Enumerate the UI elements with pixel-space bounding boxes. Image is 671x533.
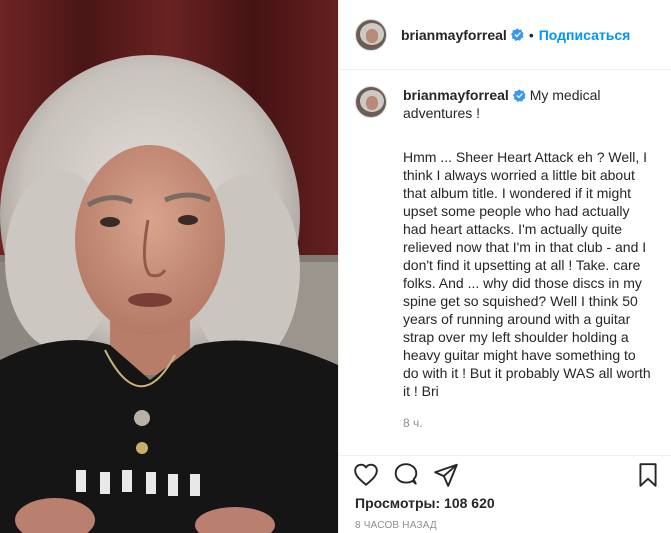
video-frame-illustration bbox=[0, 0, 338, 533]
caption-header: brianmayforreal My medical adventures ! bbox=[403, 86, 653, 122]
comments-area[interactable]: brianmayforreal My medical adventures ! … bbox=[339, 70, 671, 450]
paper-plane-icon[interactable] bbox=[433, 462, 459, 488]
header-separator: • bbox=[528, 26, 534, 43]
follow-button[interactable]: Подписаться bbox=[539, 27, 631, 43]
views-count[interactable]: Просмотры: 108 620 bbox=[355, 495, 495, 511]
bookmark-icon[interactable] bbox=[635, 462, 661, 488]
caption: brianmayforreal My medical adventures ! … bbox=[355, 86, 656, 432]
caption-timestamp[interactable]: 8 ч. bbox=[403, 414, 653, 432]
heart-icon[interactable] bbox=[353, 462, 379, 488]
caption-username[interactable]: brianmayforreal bbox=[403, 87, 509, 103]
post-header: brianmayforreal • Подписаться bbox=[339, 0, 671, 70]
post-video[interactable] bbox=[0, 0, 338, 533]
action-bar bbox=[339, 455, 671, 491]
caption-body: brianmayforreal My medical adventures ! … bbox=[403, 86, 653, 432]
post-sidebar: brianmayforreal • Подписаться brianmayfo… bbox=[338, 0, 671, 533]
caption-text: Hmm ... Sheer Heart Attack eh ? Well, I … bbox=[403, 149, 651, 399]
post-age[interactable]: 8 часов назад bbox=[355, 520, 437, 531]
caption-avatar[interactable] bbox=[355, 86, 387, 118]
verified-badge-icon bbox=[512, 89, 526, 102]
avatar[interactable] bbox=[355, 18, 387, 51]
header-username[interactable]: brianmayforreal bbox=[401, 27, 507, 43]
verified-badge-icon bbox=[510, 28, 524, 41]
comment-bubble-icon[interactable] bbox=[393, 462, 419, 488]
